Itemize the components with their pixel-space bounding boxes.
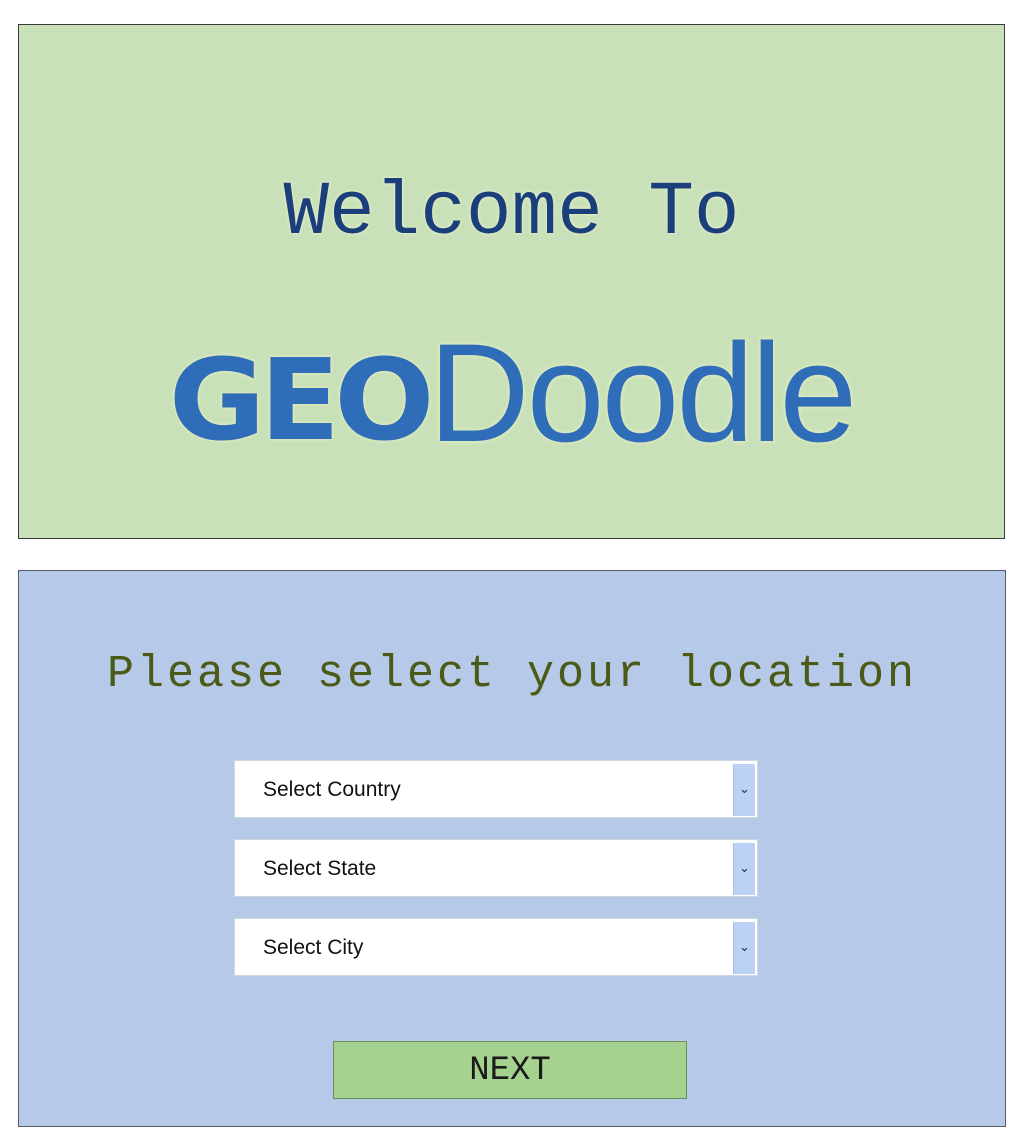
chevron-down-icon[interactable]: ⌄ (733, 764, 755, 816)
logo-geo-text: GEO (168, 334, 435, 466)
chevron-down-icon[interactable]: ⌄ (733, 922, 755, 974)
country-select[interactable]: Select Country ⌄ (234, 760, 758, 818)
location-title: Please select your location (106, 649, 918, 700)
state-select[interactable]: Select State ⌄ (234, 839, 758, 897)
city-select-label: Select City (263, 936, 364, 959)
chevron-down-icon[interactable]: ⌄ (733, 843, 755, 895)
city-select[interactable]: Select City ⌄ (234, 918, 758, 976)
geodoodle-logo: GEODoodle (19, 323, 1004, 463)
welcome-heading: Welcome To (283, 170, 740, 256)
logo-doodle-text: Doodle (428, 314, 858, 471)
next-button[interactable]: NEXT (333, 1041, 687, 1099)
location-panel: Please select your location Select Count… (18, 570, 1006, 1127)
state-select-label: Select State (263, 857, 377, 880)
country-select-label: Select Country (263, 778, 401, 801)
welcome-panel: Welcome To GEODoodle (18, 24, 1005, 539)
location-select-group: Select Country ⌄ Select State ⌄ Select C… (234, 760, 758, 997)
